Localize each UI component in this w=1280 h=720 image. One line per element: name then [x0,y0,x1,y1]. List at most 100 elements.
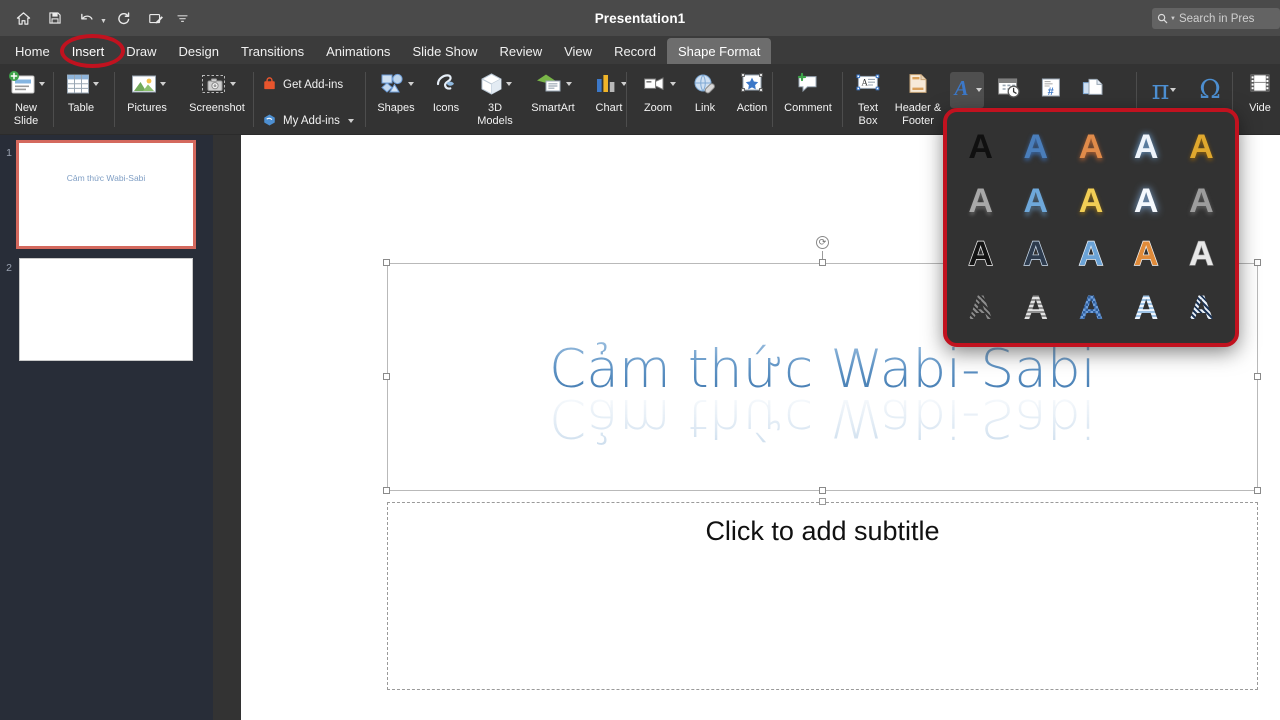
subtitle-placeholder[interactable]: Click to add subtitle [387,502,1258,690]
zoom-button[interactable]: Zoom [632,64,684,133]
home-icon[interactable] [8,4,38,32]
tab-shape-format[interactable]: Shape Format [666,38,772,64]
equation-dropdown-caret-icon[interactable] [1170,88,1177,92]
smartart-label: SmartArt [531,102,575,114]
wordart-style-11[interactable]: A [1008,228,1063,282]
slide-thumbnail-2[interactable] [19,258,193,361]
resize-handle-s[interactable] [819,487,826,494]
resize-handle-sw[interactable] [383,487,390,494]
video-button[interactable]: Vide [1238,64,1280,133]
tab-animations[interactable]: Animations [315,38,401,64]
wordart-style-16[interactable]: A [1008,281,1063,335]
wordart-gallery-dropdown[interactable]: A A A A A A A A A A A A A A A A A A A A [945,110,1237,345]
video-label: Vide [1249,102,1271,114]
wordart-dropdown-caret-icon[interactable] [975,88,982,92]
wordart-style-19[interactable]: A [1174,281,1229,335]
wordart-style-12[interactable]: A [1063,228,1118,282]
ribbon-group-comments: Comment [776,64,840,135]
ribbon-separator [53,72,54,127]
slide-thumbnail-1-title: Cảm thức Wabi-Sabi [66,173,146,183]
table-button[interactable]: Table [52,64,110,133]
pictures-dropdown-caret-icon[interactable] [159,82,166,86]
panel-divider [213,135,241,720]
ribbon-tab-bar: Home Insert Draw Design Transitions Anim… [0,36,1280,64]
table-dropdown-caret-icon[interactable] [92,82,99,86]
undo-icon[interactable] [72,4,102,32]
shapes-label: Shapes [377,102,415,114]
wordart-style-9[interactable]: A [1174,174,1229,228]
smartart-dropdown-caret-icon[interactable] [565,82,572,86]
wordart-style-1[interactable]: A [1008,120,1063,174]
slide-thumbnail-item[interactable]: 2 [0,258,213,368]
wordart-style-4[interactable]: A [1174,120,1229,174]
resize-handle-se[interactable] [1254,487,1261,494]
ribbon-separator [626,72,627,127]
resize-handle-e[interactable] [1254,373,1261,380]
svg-text:#: # [1048,86,1054,98]
wordart-style-8[interactable]: A [1119,174,1174,228]
undo-dropdown-caret-icon[interactable]: ▼ [100,18,107,25]
wordart-style-2[interactable]: A [1063,120,1118,174]
rotate-handle-icon[interactable]: ⟳ [816,236,829,249]
wordart-style-15[interactable]: A [953,281,1008,335]
slide-thumbnail-item[interactable]: 1 Cảm thức Wabi-Sabi [0,140,213,253]
header-footer-button[interactable]: Header & Footer [890,64,946,133]
tab-record[interactable]: Record [603,38,667,64]
ribbon-separator [114,72,115,127]
wordart-style-3[interactable]: A [1119,120,1174,174]
3d-models-button[interactable]: 3D Models [468,64,522,133]
wordart-style-14[interactable]: A [1174,228,1229,282]
link-button[interactable]: Link [684,64,726,133]
icons-button[interactable]: Icons [424,64,468,133]
wordart-style-17[interactable]: A [1063,281,1118,335]
wordart-style-18[interactable]: A [1119,281,1174,335]
tab-view[interactable]: View [553,38,603,64]
wordart-style-10[interactable]: A [953,228,1008,282]
start-inking-icon[interactable] [141,4,171,32]
screenshot-button[interactable]: Screenshot [178,64,256,133]
3d-models-label: 3D Models [477,102,513,127]
get-addins-button[interactable]: Get Add-ins [258,74,347,96]
new-slide-button[interactable]: New Slide [0,64,52,133]
resize-handle-w[interactable] [383,373,390,380]
subtitle-resize-handle-n[interactable] [819,498,826,505]
overflow-chevron-icon[interactable] [173,4,193,32]
pictures-button[interactable]: Pictures [116,64,178,133]
shapes-button[interactable]: Shapes [368,64,424,133]
tab-slide-show[interactable]: Slide Show [401,38,488,64]
action-button[interactable]: Action [726,64,778,133]
3d-models-dropdown-caret-icon[interactable] [506,82,512,86]
my-addins-dropdown-caret-icon[interactable] [347,119,354,123]
resize-handle-ne[interactable] [1254,259,1261,266]
resize-handle-nw[interactable] [383,259,390,266]
shapes-dropdown-caret-icon[interactable] [407,82,414,86]
tab-transitions[interactable]: Transitions [230,38,315,64]
resize-handle-n[interactable] [819,259,826,266]
wordart-style-6[interactable]: A [1008,174,1063,228]
icons-icon [433,68,460,100]
shapes-icon [379,68,414,100]
zoom-dropdown-caret-icon[interactable] [669,82,676,86]
wordart-style-0[interactable]: A [953,120,1008,174]
ribbon-separator [253,72,254,127]
tab-draw[interactable]: Draw [115,38,167,64]
wordart-style-5[interactable]: A [953,174,1008,228]
redo-icon[interactable] [109,4,139,32]
tab-home[interactable]: Home [4,38,61,64]
tab-design[interactable]: Design [168,38,230,64]
screenshot-dropdown-caret-icon[interactable] [229,82,236,86]
wordart-style-13[interactable]: A [1119,228,1174,282]
wordart-style-7[interactable]: A [1063,174,1118,228]
save-icon[interactable] [40,4,70,32]
smartart-button[interactable]: SmartArt [522,64,584,133]
search-dropdown-caret-icon[interactable]: ▼ [1170,16,1176,22]
slide-thumbnail-1[interactable]: Cảm thức Wabi-Sabi [16,140,196,249]
comment-button[interactable]: Comment [776,64,840,133]
my-addins-button[interactable]: My Add-ins [258,110,358,132]
tab-review[interactable]: Review [488,38,553,64]
new-slide-dropdown-caret-icon[interactable] [38,82,45,86]
text-box-button[interactable]: A Text Box [846,64,890,133]
tab-insert[interactable]: Insert [61,38,116,64]
search-box[interactable]: ▼ Search in Pres [1152,8,1280,29]
slide-thumbnail-panel[interactable]: 1 Cảm thức Wabi-Sabi 2 [0,135,213,720]
